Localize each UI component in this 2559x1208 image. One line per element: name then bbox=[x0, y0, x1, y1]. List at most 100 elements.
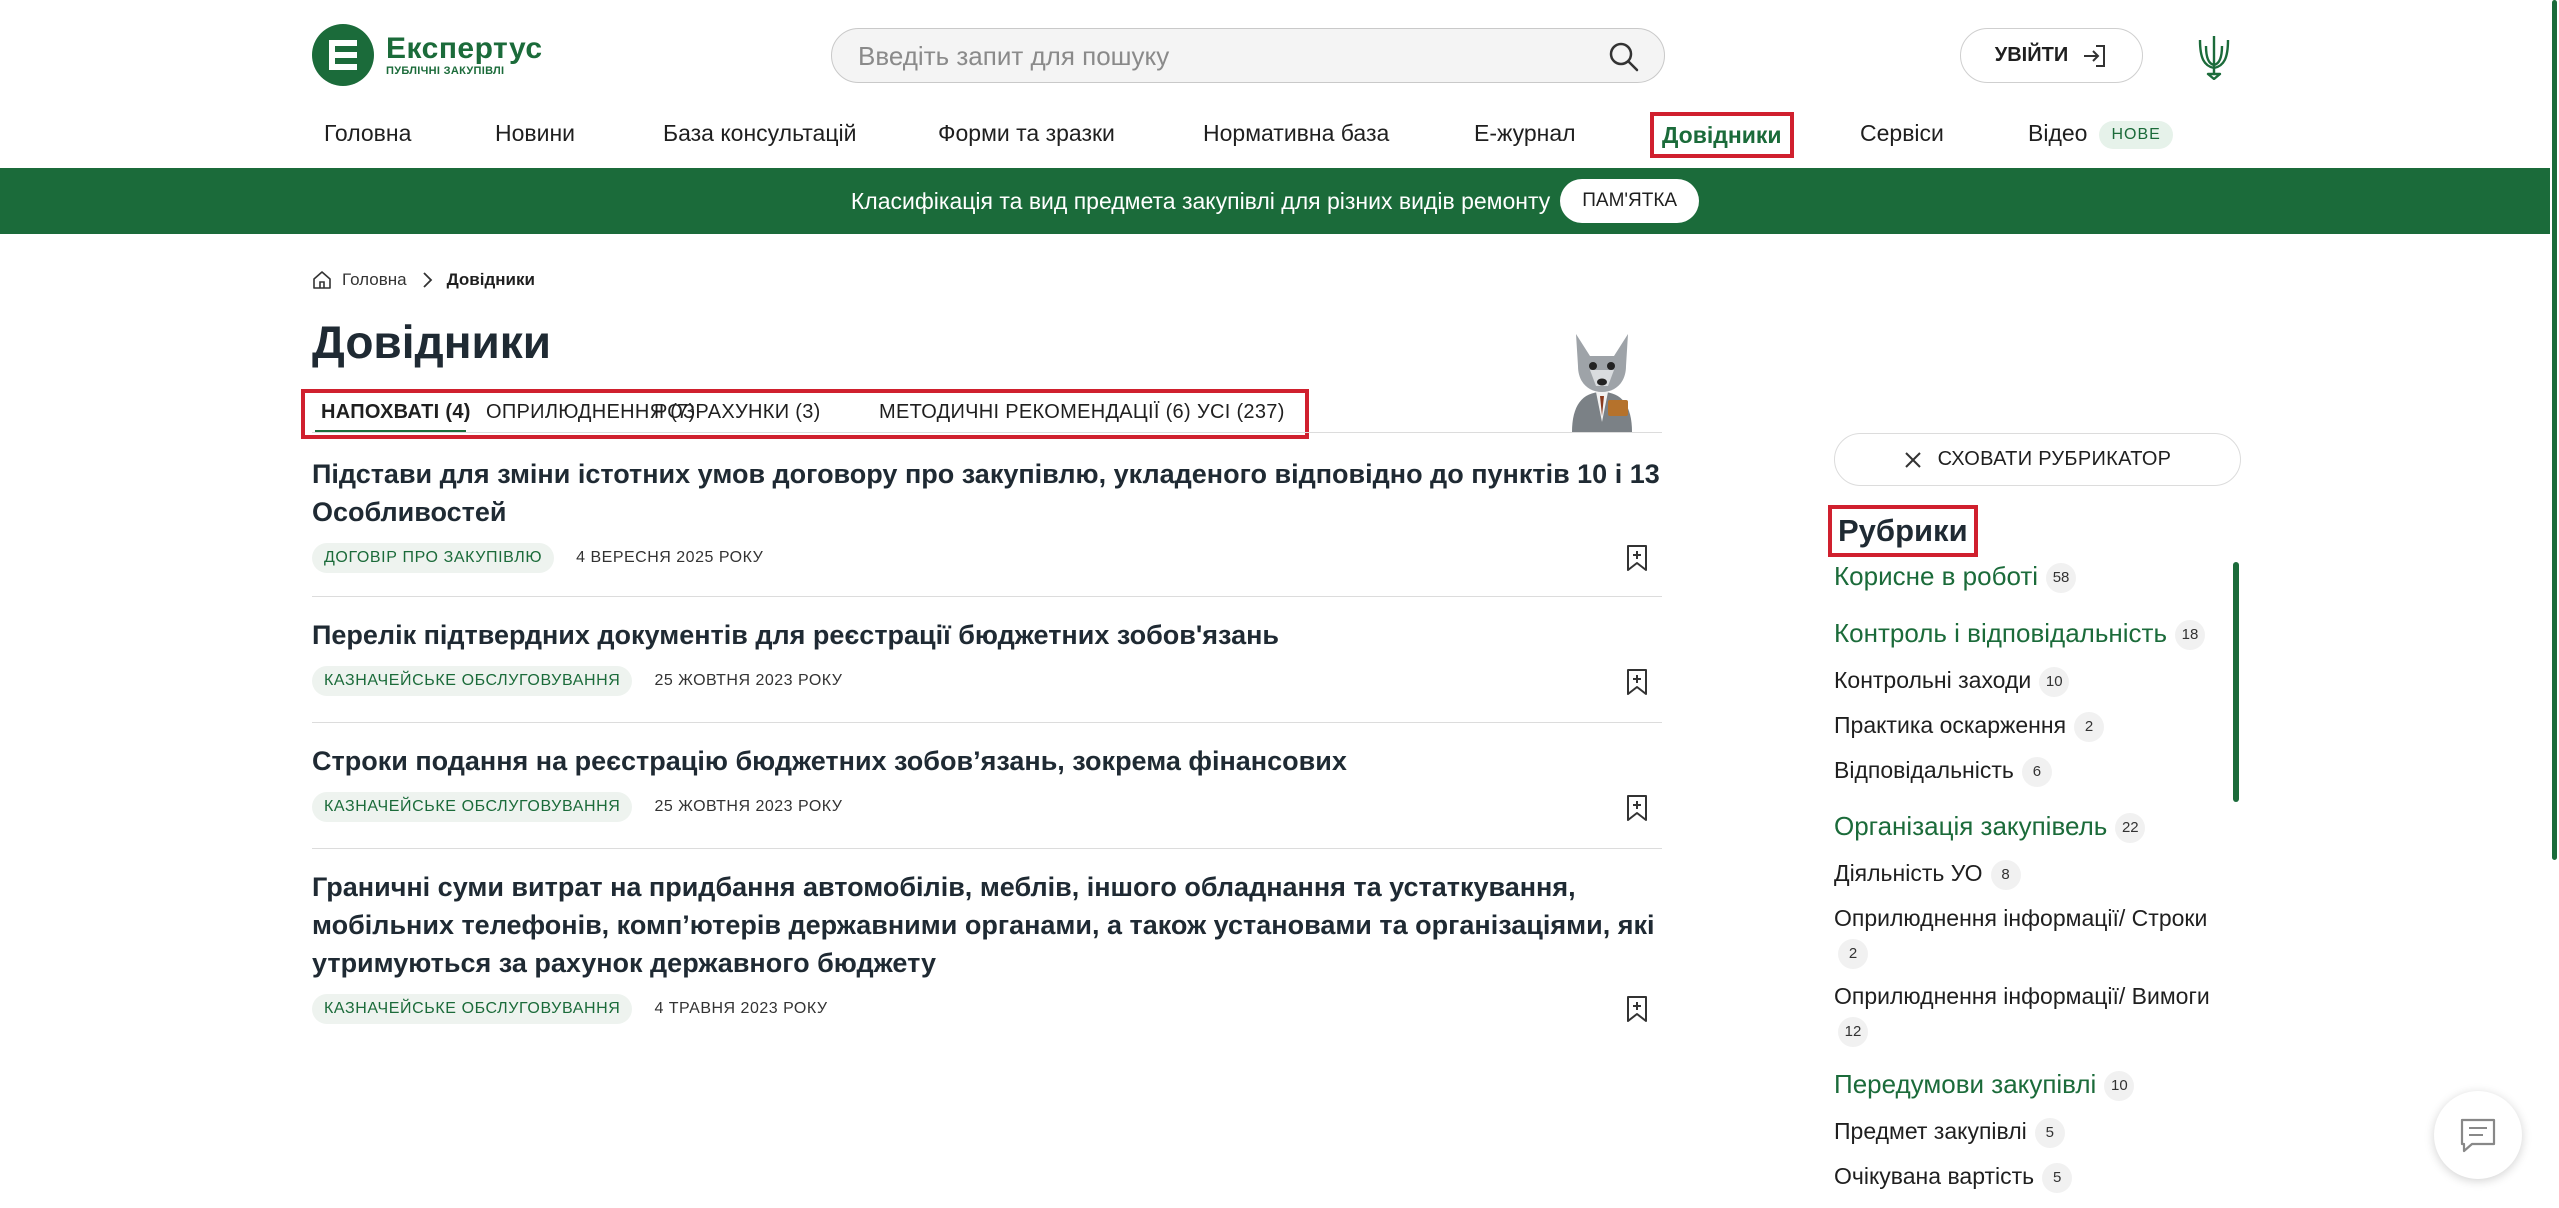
article-date: 25 ЖОВТНЯ 2023 РОКУ bbox=[654, 798, 843, 815]
article-title[interactable]: Строки подання на реєстрацію бюджетних з… bbox=[312, 742, 1662, 780]
rubric-count-wrap: 2 bbox=[1834, 939, 1868, 969]
tab-all[interactable]: УСІ (237) bbox=[1197, 401, 1285, 424]
article-tag[interactable]: ДОГОВІР ПРО ЗАКУПІВЛЮ bbox=[312, 543, 555, 573]
wolf-mascot-icon bbox=[1556, 326, 1648, 432]
article-date: 25 ЖОВТНЯ 2023 РОКУ bbox=[654, 672, 843, 689]
rubric-count: 10 bbox=[2039, 667, 2070, 697]
nav-handbooks[interactable]: Довідники bbox=[1650, 112, 1794, 158]
rubric-label: Відповідальність bbox=[1834, 757, 2014, 784]
nav-services[interactable]: Сервіси bbox=[1860, 108, 1944, 158]
logo-subtitle: ПУБЛІЧНІ ЗАКУПІВЛІ bbox=[386, 65, 505, 77]
nav-video-label: Відео bbox=[2028, 120, 2088, 146]
rubric-count: 8 bbox=[1990, 860, 2021, 890]
tab-calculations[interactable]: РОЗРАХУНКИ (3) bbox=[654, 401, 821, 424]
rubric-label: Очікувана вартість bbox=[1834, 1163, 2035, 1190]
hide-rubricator-label: СХОВАТИ РУБРИКАТОР bbox=[1937, 448, 2172, 470]
article-date: 4 ВЕРЕСНЯ 2025 РОКУ bbox=[576, 549, 764, 566]
rubric-label: Діяльність УО bbox=[1834, 860, 1983, 887]
article-title[interactable]: Підстави для зміни істотних умов договор… bbox=[312, 455, 1662, 531]
rubric-subcategory[interactable]: Оприлюднення інформації/ Строки bbox=[1834, 905, 2207, 932]
chevron-right-icon bbox=[422, 272, 432, 288]
rubric-category[interactable]: Корисне в роботі 58 bbox=[1834, 561, 2077, 594]
bookmark-icon[interactable] bbox=[1626, 794, 1648, 822]
breadcrumb: Головна Довідники bbox=[312, 270, 535, 290]
tab-at-hand[interactable]: НАПОХВАТІ (4) bbox=[321, 401, 471, 424]
hide-rubricator-button[interactable]: СХОВАТИ РУБРИКАТОР bbox=[1834, 433, 2241, 486]
article-title[interactable]: Граничні суми витрат на придбання автомо… bbox=[312, 868, 1662, 982]
rubric-subcategory[interactable]: Практика оскарження 2 bbox=[1834, 712, 2105, 742]
rubrics-title: Рубрики bbox=[1828, 505, 1978, 557]
breadcrumb-current: Довідники bbox=[446, 270, 535, 289]
rubric-label: Корисне в роботі bbox=[1834, 561, 2039, 591]
home-icon[interactable] bbox=[312, 270, 332, 290]
rubric-count: 58 bbox=[2046, 563, 2077, 594]
nav-normative[interactable]: Нормативна база bbox=[1203, 108, 1389, 158]
trident-icon bbox=[2196, 34, 2232, 81]
article-divider bbox=[312, 596, 1662, 597]
rubric-category[interactable]: Організація закупівель 22 bbox=[1834, 811, 2146, 844]
rubric-label: Організація закупівель bbox=[1834, 811, 2108, 841]
article-item: Перелік підтвердних документів для реєст… bbox=[312, 616, 1662, 696]
article-divider bbox=[312, 848, 1662, 849]
article-tag[interactable]: КАЗНАЧЕЙСЬКЕ ОБСЛУГОВУВАННЯ bbox=[312, 994, 633, 1024]
rubric-category[interactable]: Передумови закупівлі 10 bbox=[1834, 1069, 2135, 1102]
nav-video[interactable]: Відео НОВЕ bbox=[2028, 108, 2173, 158]
rubric-count: 5 bbox=[2042, 1163, 2073, 1193]
logo-title: Експертус bbox=[386, 32, 543, 65]
rubric-label: Оприлюднення інформації/ Вимоги bbox=[1834, 983, 2210, 1009]
rubric-count: 2 bbox=[2074, 712, 2105, 742]
article-title[interactable]: Перелік підтвердних документів для реєст… bbox=[312, 616, 1662, 654]
article-tag[interactable]: КАЗНАЧЕЙСЬКЕ ОБСЛУГОВУВАННЯ bbox=[312, 666, 633, 696]
rubric-label: Оприлюднення інформації/ Строки bbox=[1834, 905, 2208, 931]
bookmark-icon[interactable] bbox=[1626, 668, 1648, 696]
rubric-count: 2 bbox=[1838, 939, 1868, 969]
site-header: Експертус ПУБЛІЧНІ ЗАКУПІВЛІ УВІЙТИ Голо… bbox=[0, 0, 2559, 168]
nav-home[interactable]: Головна bbox=[324, 108, 411, 158]
article-item: Граничні суми витрат на придбання автомо… bbox=[312, 868, 1662, 1024]
rubric-subcategory[interactable]: Предмет закупівлі 5 bbox=[1834, 1118, 2065, 1148]
page-title: Довідники bbox=[312, 316, 552, 368]
rubrics-scrollbar[interactable] bbox=[2233, 562, 2239, 802]
banner-button[interactable]: ПАМ'ЯТКА bbox=[1560, 179, 1700, 223]
rubric-subcategory[interactable]: Очікувана вартість 5 bbox=[1834, 1163, 2073, 1193]
article-item: Підстави для зміни істотних умов договор… bbox=[312, 455, 1662, 573]
page-scroll-thumb[interactable] bbox=[2552, 0, 2557, 860]
login-icon bbox=[2084, 44, 2106, 67]
article-divider bbox=[312, 722, 1662, 723]
login-button[interactable]: УВІЙТИ bbox=[1960, 28, 2143, 83]
promo-banner: Класифікація та вид предмета закупівлі д… bbox=[0, 168, 2550, 234]
search-icon[interactable] bbox=[1608, 41, 1640, 73]
breadcrumb-home[interactable]: Головна bbox=[342, 270, 407, 290]
article-date: 4 ТРАВНЯ 2023 РОКУ bbox=[654, 1000, 828, 1017]
nav-forms[interactable]: Форми та зразки bbox=[938, 108, 1115, 158]
article-tag[interactable]: КАЗНАЧЕЙСЬКЕ ОБСЛУГОВУВАННЯ bbox=[312, 792, 633, 822]
search-input[interactable] bbox=[858, 39, 1578, 73]
tab-methodical[interactable]: МЕТОДИЧНІ РЕКОМЕНДАЦІЇ (6) bbox=[879, 401, 1191, 424]
rubric-label: Контрольні заходи bbox=[1834, 667, 2032, 694]
rubric-label: Предмет закупівлі bbox=[1834, 1118, 2027, 1145]
rubric-count: 22 bbox=[2115, 813, 2146, 844]
nav-ejournal[interactable]: Е-журнал bbox=[1474, 108, 1576, 158]
banner-text[interactable]: Класифікація та вид предмета закупівлі д… bbox=[851, 188, 1550, 215]
site-logo[interactable]: Експертус ПУБЛІЧНІ ЗАКУПІВЛІ bbox=[312, 24, 543, 86]
new-badge: НОВЕ bbox=[2099, 120, 2173, 149]
rubric-count: 12 bbox=[1838, 1017, 1868, 1047]
rubric-count: 5 bbox=[2034, 1118, 2065, 1148]
rubric-label: Контроль і відповідальність bbox=[1834, 618, 2167, 648]
rubric-count: 6 bbox=[2021, 757, 2052, 787]
rubric-category[interactable]: Контроль і відповідальність 18 bbox=[1834, 618, 2205, 651]
page-scrollbar[interactable] bbox=[2550, 0, 2559, 1208]
logo-mark-icon bbox=[312, 24, 374, 86]
rubric-label: Практика оскарження bbox=[1834, 712, 2067, 739]
rubric-subcategory[interactable]: Контрольні заходи 10 bbox=[1834, 667, 2070, 697]
rubric-subcategory[interactable]: Оприлюднення інформації/ Вимоги bbox=[1834, 983, 2210, 1010]
rubric-subcategory[interactable]: Відповідальність 6 bbox=[1834, 757, 2052, 787]
nav-consultations[interactable]: База консультацій bbox=[663, 108, 856, 158]
bookmark-icon[interactable] bbox=[1626, 995, 1648, 1023]
bookmark-icon[interactable] bbox=[1626, 544, 1648, 572]
close-icon bbox=[1904, 451, 1921, 468]
rubric-label: Передумови закупівлі bbox=[1834, 1069, 2097, 1099]
rubric-subcategory[interactable]: Діяльність УО 8 bbox=[1834, 860, 2021, 890]
nav-news[interactable]: Новини bbox=[495, 108, 575, 158]
chat-button[interactable] bbox=[2434, 1091, 2522, 1179]
